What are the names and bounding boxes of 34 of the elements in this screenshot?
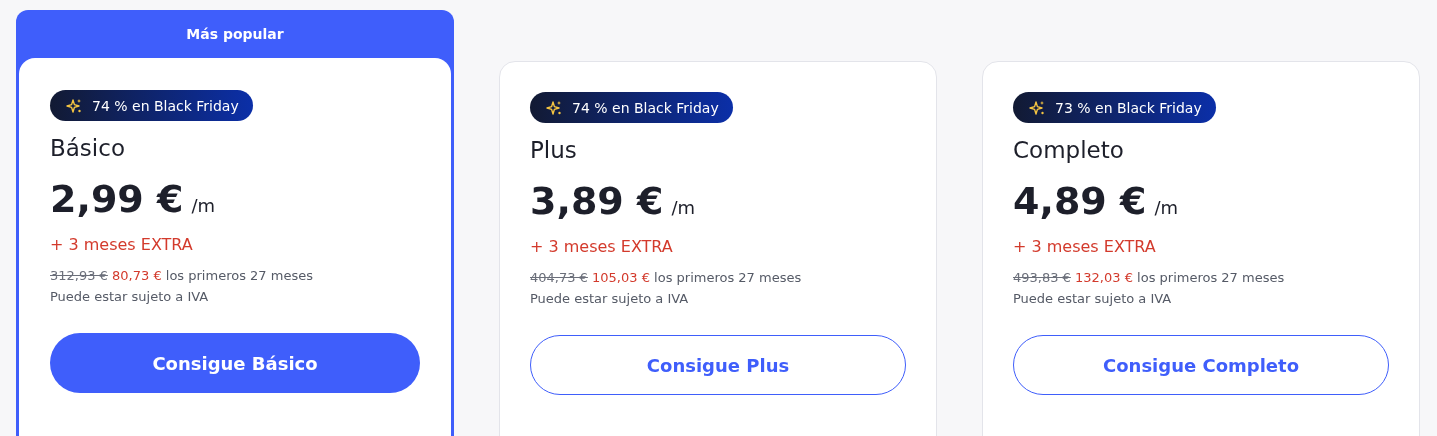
tax-note: Puede estar sujeto a IVA (1013, 291, 1173, 306)
sparkle-icon (1029, 99, 1045, 116)
sparkle-icon (546, 99, 562, 116)
price-period: /m (1154, 197, 1179, 218)
extra-months: + 3 meses EXTRA (530, 237, 674, 256)
price: 3,89 € (530, 179, 664, 223)
discount-badge: 74 % en Black Friday (50, 90, 253, 121)
term-text: los primeros 27 meses (654, 270, 802, 285)
old-price: 493,83 € (1013, 270, 1071, 285)
buy-button[interactable]: Consigue Completo (1013, 335, 1389, 395)
buy-button[interactable]: Consigue Básico (50, 333, 420, 393)
popular-ribbon: Más popular 74 % en Black Friday Básico 2,99 € /m + 3 meses EXTRA 312,93 € 80,73 € los primeros 27 meses Puede estar sujeto a IVA Consigue Básico (16, 10, 454, 436)
tax-note: Puede estar sujeto a IVA (530, 291, 690, 306)
price-period: /m (191, 195, 216, 216)
plan-name: Básico (50, 135, 126, 161)
discount-price: 132,03 € (1075, 270, 1133, 285)
term-text: los primeros 27 meses (165, 268, 313, 283)
discount-badge: 73 % en Black Friday (1013, 92, 1216, 123)
old-price: 312,93 € (50, 268, 108, 283)
discount-price: 80,73 € (112, 268, 162, 283)
term-text: los primeros 27 meses (1137, 270, 1285, 285)
extra-months: + 3 meses EXTRA (1013, 237, 1157, 256)
discount-badge: 74 % en Black Friday (530, 92, 733, 123)
discount-price: 105,03 € (592, 270, 650, 285)
old-price: 404,73 € (530, 270, 588, 285)
price-period: /m (671, 197, 696, 218)
price: 2,99 € (50, 177, 184, 221)
extra-months: + 3 meses EXTRA (50, 235, 194, 254)
price: 4,89 € (1013, 179, 1147, 223)
tax-note: Puede estar sujeto a IVA (50, 289, 210, 304)
buy-button[interactable]: Consigue Plus (530, 335, 906, 395)
plan-name: Completo (1013, 137, 1125, 163)
plan-name: Plus (530, 137, 578, 163)
sparkle-icon (66, 97, 82, 114)
